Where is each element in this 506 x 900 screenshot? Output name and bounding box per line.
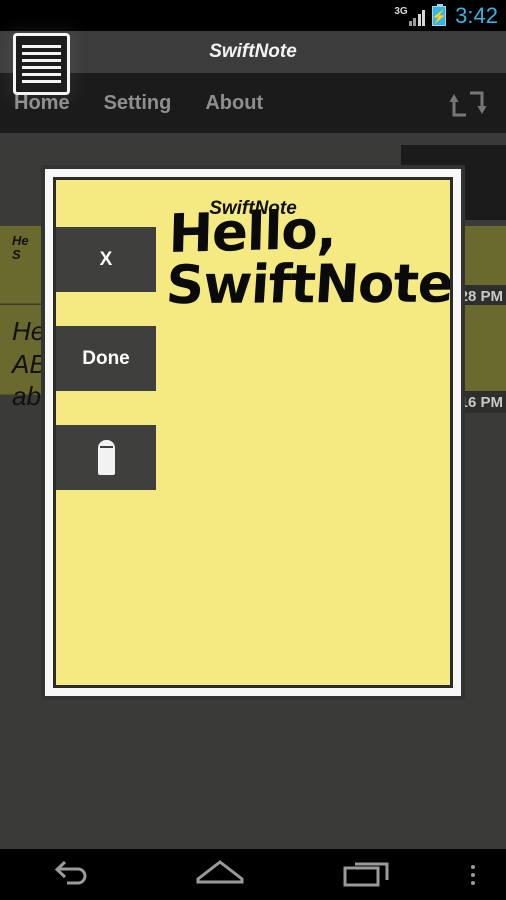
note-lines-icon[interactable] <box>13 33 70 95</box>
done-button[interactable]: Done <box>56 326 156 391</box>
tab-bar: Home Setting About <box>0 73 506 133</box>
handwriting-line-1: Hello, <box>167 199 337 266</box>
note-canvas[interactable]: SwiftNote X Done Hello, SwiftNote <box>56 180 450 685</box>
back-arrow-icon <box>48 857 98 892</box>
recent-apps-icon <box>340 856 394 893</box>
note-editor-dialog: SwiftNote X Done Hello, SwiftNote <box>41 165 465 700</box>
handwriting-line-2: SwiftNote <box>164 253 450 317</box>
battery-charging-icon: ⚡ <box>431 3 448 26</box>
home-icon <box>193 857 247 892</box>
pen-tool-button[interactable] <box>56 425 156 490</box>
list-item-text: He S <box>12 233 29 262</box>
system-navigation-bar <box>0 849 506 900</box>
phone-screen: 3G ⚡ 3:42 SwiftNote Home Setting About H… <box>0 0 506 900</box>
status-bar: 3G ⚡ 3:42 <box>0 0 506 31</box>
dialog-frame-inner: SwiftNote X Done Hello, SwiftNote <box>53 177 453 688</box>
action-bar: SwiftNote <box>0 31 506 73</box>
page-title: SwiftNote <box>209 41 297 62</box>
tab-about[interactable]: About <box>205 92 263 115</box>
dialog-frame-outer: SwiftNote X Done Hello, SwiftNote <box>45 169 461 696</box>
overflow-menu-button[interactable] <box>440 849 506 900</box>
home-button[interactable] <box>147 849 294 900</box>
pen-tool-icon <box>97 440 115 475</box>
network-type-label: 3G <box>394 5 408 17</box>
tab-setting[interactable]: Setting <box>104 92 172 115</box>
close-button[interactable]: X <box>56 227 156 292</box>
sync-refresh-icon[interactable] <box>448 87 488 121</box>
charging-bolt-icon: ⚡ <box>431 9 448 24</box>
signal-bars-icon: 3G <box>394 5 426 26</box>
signal-strength-bars <box>408 9 426 26</box>
back-button[interactable] <box>0 849 147 900</box>
status-bar-clock: 3:42 <box>455 2 498 28</box>
handwritten-note-content: Hello, SwiftNote <box>164 199 450 317</box>
recents-button[interactable] <box>293 849 440 900</box>
overflow-menu-icon <box>471 864 476 885</box>
